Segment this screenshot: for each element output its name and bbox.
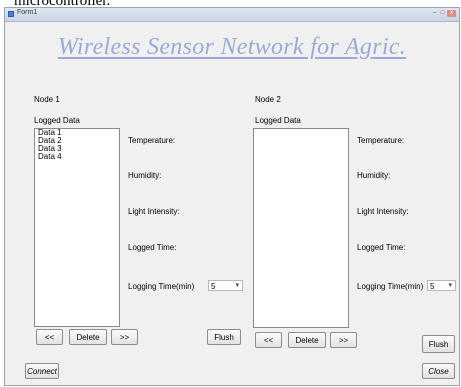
title-bar[interactable]: Form1 – □ x (5, 8, 459, 22)
node2-light-intensity-label: Light Intensity: (357, 207, 409, 216)
node1-delete-button[interactable]: Delete (69, 329, 107, 345)
node2-logged-data-list[interactable] (253, 128, 349, 328)
close-window-button[interactable]: x (447, 10, 456, 17)
node1-logging-time-value: 5 (211, 282, 216, 291)
node1-label: Node 1 (34, 95, 60, 104)
node1-previous-button[interactable]: << (36, 329, 63, 345)
node1-next-button[interactable]: >> (111, 329, 138, 345)
node2-logged-time-label: Logged Time: (357, 243, 406, 252)
chevron-down-icon[interactable]: ▾ (235, 281, 239, 289)
node1-logged-data-list[interactable]: Data 1 Data 2 Data 3 Data 4 (34, 128, 120, 327)
node2-delete-button[interactable]: Delete (288, 332, 326, 348)
maximize-button[interactable]: □ (439, 10, 446, 17)
node1-logged-time-label: Logged Time: (128, 243, 177, 252)
node1-logging-time-select[interactable]: 5 ▾ (208, 280, 243, 291)
node2-logging-time-value: 5 (430, 282, 435, 291)
node2-logging-time-select[interactable]: 5 ▾ (427, 280, 456, 291)
close-button[interactable]: Close (422, 363, 455, 379)
node2-flush-button[interactable]: Flush (422, 335, 455, 353)
minimize-button[interactable]: – (431, 10, 438, 17)
node1-light-intensity-label: Light Intensity: (128, 207, 180, 216)
node2-humidity-label: Humidity: (357, 171, 391, 180)
node1-humidity-label: Humidity: (128, 171, 162, 180)
node1-flush-button[interactable]: Flush (207, 329, 241, 345)
app-title: Wireless Sensor Network for Agric. (57, 34, 407, 60)
window-controls: – □ x (431, 10, 456, 17)
node2-logging-time-label: Logging Time(min) (357, 282, 424, 291)
node2-label: Node 2 (255, 95, 281, 104)
app-window: Form1 – □ x Wireless Sensor Network for … (4, 7, 460, 386)
node2-logged-data-label: Logged Data (255, 116, 301, 125)
node2-temperature-label: Temperature: (357, 136, 405, 145)
node1-logged-data-label: Logged Data (34, 116, 80, 125)
window-title: Form1 (17, 9, 38, 16)
connect-button[interactable]: Connect (25, 363, 59, 379)
list-item[interactable]: Data 4 (35, 153, 119, 161)
node1-temperature-label: Temperature: (128, 136, 176, 145)
node1-logging-time-label: Logging Time(min) (128, 282, 195, 291)
node2-previous-button[interactable]: << (255, 332, 282, 348)
app-icon (8, 11, 14, 17)
chevron-down-icon[interactable]: ▾ (448, 281, 452, 289)
node2-next-button[interactable]: >> (330, 332, 357, 348)
